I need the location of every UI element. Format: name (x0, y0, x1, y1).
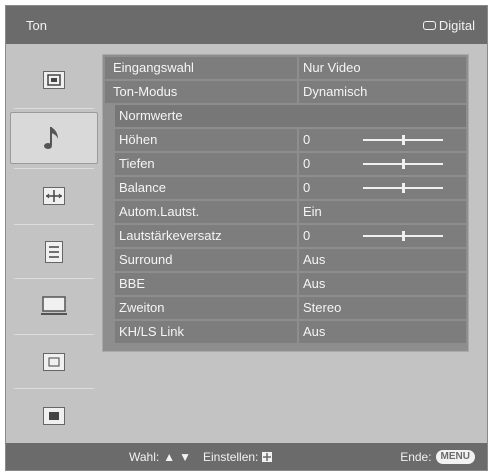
footer-hints: Wahl: ▲ ▼ Einstellen: (129, 450, 273, 464)
digital-label: Digital (438, 18, 475, 33)
slider-knob[interactable] (401, 159, 405, 169)
settings-panel: Eingangswahl Nur Video Ton-Modus Dynamis… (102, 54, 469, 352)
sidebar-item-picture[interactable] (10, 54, 98, 106)
setting-row-autom-lautst[interactable]: Autom.Lautst. Ein (105, 201, 466, 223)
setting-row-bbe[interactable]: BBE Aus (105, 273, 466, 295)
setting-label: Surround (115, 249, 297, 271)
footer-bar: Wahl: ▲ ▼ Einstellen: Ende: MENU (6, 443, 487, 470)
setting-value: Dynamisch (299, 81, 466, 103)
level-slider[interactable] (363, 159, 443, 169)
sidebar-item-screen[interactable] (10, 170, 98, 222)
setting-label: Eingangswahl (105, 57, 297, 79)
setting-row-lautstaerkeversatz[interactable]: Lautstärkeversatz 0 (105, 225, 466, 247)
setting-label: Balance (115, 177, 297, 199)
setting-row-zweiton[interactable]: Zweiton Stereo (105, 297, 466, 319)
setting-label: Ton-Modus (105, 81, 297, 103)
setting-label: Normwerte (115, 105, 466, 127)
sidebar-item-sound[interactable] (10, 112, 98, 164)
music-note-icon (44, 127, 58, 149)
sidebar-item-setup[interactable] (10, 226, 98, 278)
setting-value: Stereo (299, 297, 466, 319)
level-slider[interactable] (363, 135, 443, 145)
slider-knob[interactable] (401, 135, 405, 145)
screen-icon (43, 187, 65, 205)
setting-value: Nur Video (299, 57, 466, 79)
slider-knob[interactable] (401, 231, 405, 241)
title-bar: Ton Digital (6, 6, 487, 44)
arrow-down-icon: ▼ (179, 450, 192, 464)
level-slider[interactable] (363, 183, 443, 193)
setting-row-surround[interactable]: Surround Aus (105, 249, 466, 271)
slider-knob[interactable] (401, 183, 405, 193)
setting-value: Ein (299, 201, 466, 223)
einstellen-label: Einstellen: (203, 450, 259, 464)
setting-label: Tiefen (115, 153, 297, 175)
footer-exit: Ende: MENU (400, 450, 475, 464)
sidebar-item-digital-input[interactable] (10, 390, 98, 442)
setting-label: KH/LS Link (115, 321, 297, 343)
ende-label: Ende: (400, 450, 432, 464)
setting-label: Lautstärkeversatz (115, 225, 297, 247)
sidebar-item-pc[interactable] (10, 280, 98, 332)
pc-icon (41, 296, 67, 315)
arrow-up-icon: ▲ (163, 450, 176, 464)
setting-row-hoehen[interactable]: Höhen 0 (105, 129, 466, 151)
page-title: Ton (26, 18, 47, 33)
setting-row-balance[interactable]: Balance 0 (105, 177, 466, 199)
enter-button-icon (262, 452, 273, 462)
setting-row-normwerte[interactable]: Normwerte (105, 105, 466, 127)
setting-label: Autom.Lautst. (115, 201, 297, 223)
tv-icon (422, 21, 436, 30)
picture-icon (43, 71, 65, 89)
menu-button-icon: MENU (435, 450, 475, 464)
setting-row-tiefen[interactable]: Tiefen 0 (105, 153, 466, 175)
setting-row-kh-ls-link[interactable]: KH/LS Link Aus (105, 321, 466, 343)
setting-label: Zweiton (115, 297, 297, 319)
setting-value: Aus (299, 321, 466, 343)
setting-value: Aus (299, 273, 466, 295)
digital-indicator: Digital (422, 18, 475, 33)
sidebar (6, 50, 100, 440)
analog-input-icon (43, 353, 65, 371)
level-slider[interactable] (363, 231, 443, 241)
setting-row-eingangswahl[interactable]: Eingangswahl Nur Video (105, 57, 466, 79)
wahl-label: Wahl: (129, 450, 160, 464)
setup-icon (45, 241, 63, 263)
setting-label: Höhen (115, 129, 297, 151)
setting-value: Aus (299, 249, 466, 271)
digital-input-icon (43, 407, 65, 425)
setting-label: BBE (115, 273, 297, 295)
sidebar-item-analog-input[interactable] (10, 336, 98, 388)
sound-menu-window: Ton Digital Eingangswahl Nur Video Ton-M… (5, 5, 488, 471)
setting-row-ton-modus[interactable]: Ton-Modus Dynamisch (105, 81, 466, 103)
